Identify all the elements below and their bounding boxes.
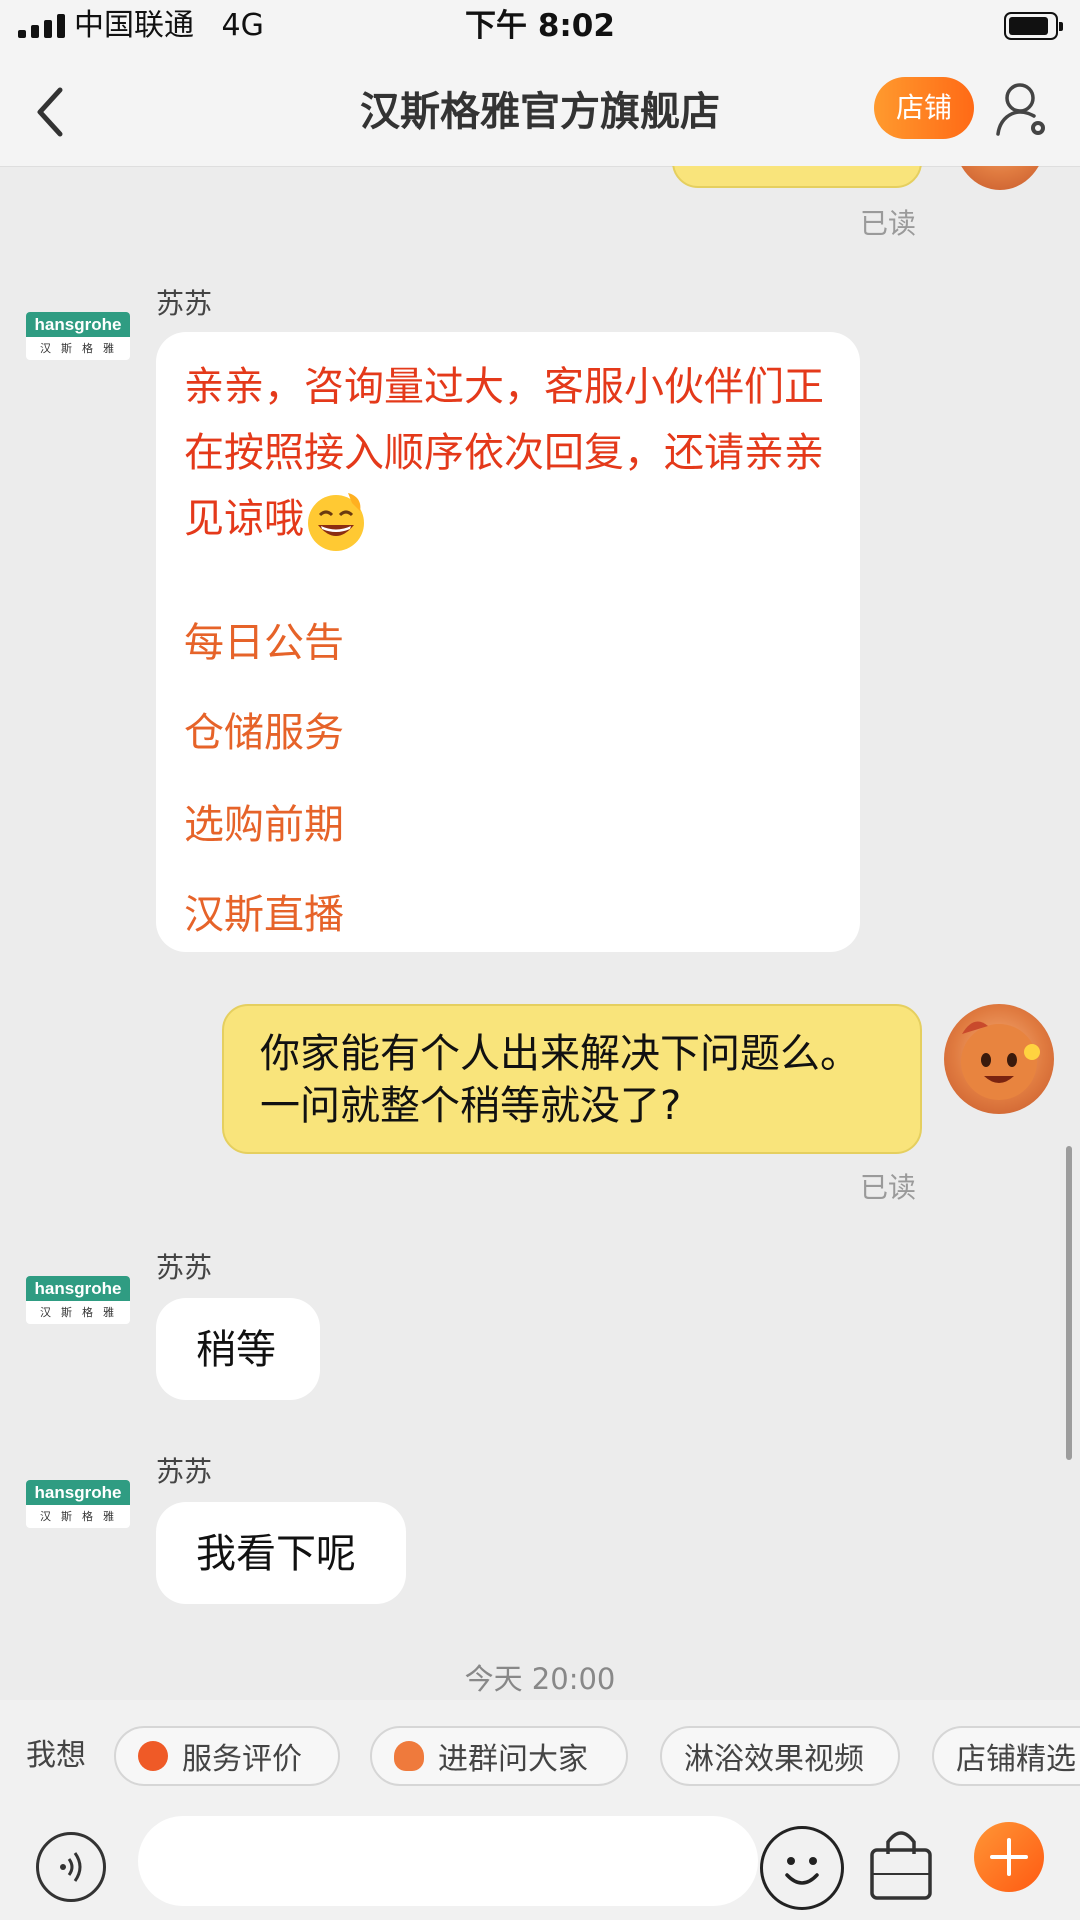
input-bar — [0, 1812, 1080, 1920]
quick-reply-store-picks[interactable]: 店铺精选 — [932, 1726, 1080, 1786]
voice-button[interactable] — [36, 1832, 106, 1902]
battery-icon — [1004, 12, 1063, 40]
incoming-message-text: 稍等 — [196, 1327, 276, 1373]
profile-settings-icon — [996, 83, 1045, 136]
grin-sweat-emoji-icon — [304, 489, 368, 553]
outgoing-message-bubble: 你家能有个人出来解决下问题么。一问就整个稍等就没了? — [222, 1004, 922, 1154]
sender-name: 苏苏 — [156, 1251, 213, 1284]
sender-name: 苏苏 — [156, 1455, 213, 1488]
previous-message-bubble — [672, 166, 922, 188]
shop-button[interactable]: 店铺 — [874, 77, 974, 139]
brand-logo-text: hansgrohe — [26, 312, 130, 337]
chat-area[interactable]: 已读 苏苏 hansgrohe 汉斯格雅 亲亲，咨询量过大，客服小伙伴们正在按照… — [0, 166, 1080, 1700]
incoming-message-bubble: 我看下呢 — [156, 1502, 406, 1604]
menu-link-pre-purchase[interactable]: 选购前期 — [184, 800, 344, 850]
quick-reply-join-group[interactable]: 进群问大家 — [370, 1726, 628, 1786]
message-input[interactable] — [138, 1816, 758, 1906]
incoming-message-bubble: 稍等 — [156, 1298, 320, 1400]
outgoing-message-text: 你家能有个人出来解决下问题么。一问就整个稍等就没了? — [260, 1031, 860, 1129]
user-avatar[interactable] — [954, 166, 1046, 190]
shopping-bag-button[interactable] — [868, 1824, 934, 1904]
scrollbar[interactable] — [1066, 1146, 1072, 1460]
status-bar: 中国联通 4G 下午 8:02 — [0, 0, 1080, 56]
menu-link-warehouse-service[interactable]: 仓储服务 — [184, 708, 344, 758]
agent-avatar[interactable]: hansgrohe 汉斯格雅 — [26, 1276, 130, 1324]
auto-reply-bubble: 亲亲，咨询量过大，客服小伙伴们正在按照接入顺序依次回复，还请亲亲见谅哦 每日公告… — [156, 332, 860, 952]
shopping-bag-icon — [870, 1831, 932, 1900]
menu-link-live-stream[interactable]: 汉斯直播 — [184, 890, 344, 940]
quick-reply-bar: 我想 服务评价 进群问大家 淋浴效果视频 店铺精选 — [0, 1700, 1080, 1812]
user-avatar[interactable] — [944, 1004, 1054, 1114]
more-actions-button[interactable] — [974, 1822, 1044, 1892]
group-icon — [394, 1741, 424, 1771]
agent-avatar[interactable]: hansgrohe 汉斯格雅 — [26, 312, 130, 360]
quick-reply-shower-video[interactable]: 淋浴效果视频 — [660, 1726, 900, 1786]
profile-settings-button[interactable] — [994, 80, 1050, 140]
plus-icon — [990, 1838, 1028, 1876]
agent-avatar[interactable]: hansgrohe 汉斯格雅 — [26, 1480, 130, 1528]
voice-icon — [60, 1852, 82, 1882]
brand-logo-subtext: 汉斯格雅 — [40, 342, 124, 355]
nav-bar: 汉斯格雅官方旗舰店 店铺 — [0, 56, 1080, 167]
menu-link-daily-notice[interactable]: 每日公告 — [184, 618, 344, 668]
status-time: 下午 8:02 — [465, 8, 615, 44]
read-receipt: 已读 — [860, 1171, 917, 1204]
quick-reply-service-rating[interactable]: 服务评价 — [114, 1726, 340, 1786]
read-receipt: 已读 — [860, 207, 917, 240]
quick-reply-label: 我想 — [26, 1738, 86, 1773]
sender-name: 苏苏 — [156, 287, 213, 320]
emoji-button[interactable] — [760, 1826, 844, 1910]
rating-icon — [138, 1741, 168, 1771]
auto-reply-text: 亲亲，咨询量过大，客服小伙伴们正在按照接入顺序依次回复，还请亲亲见谅哦 — [184, 354, 834, 553]
user-avatar-icon — [961, 1021, 1040, 1100]
timestamp: 今天 20:00 — [464, 1662, 616, 1696]
emoji-icon — [785, 1857, 819, 1885]
incoming-message-text: 我看下呢 — [196, 1531, 356, 1577]
